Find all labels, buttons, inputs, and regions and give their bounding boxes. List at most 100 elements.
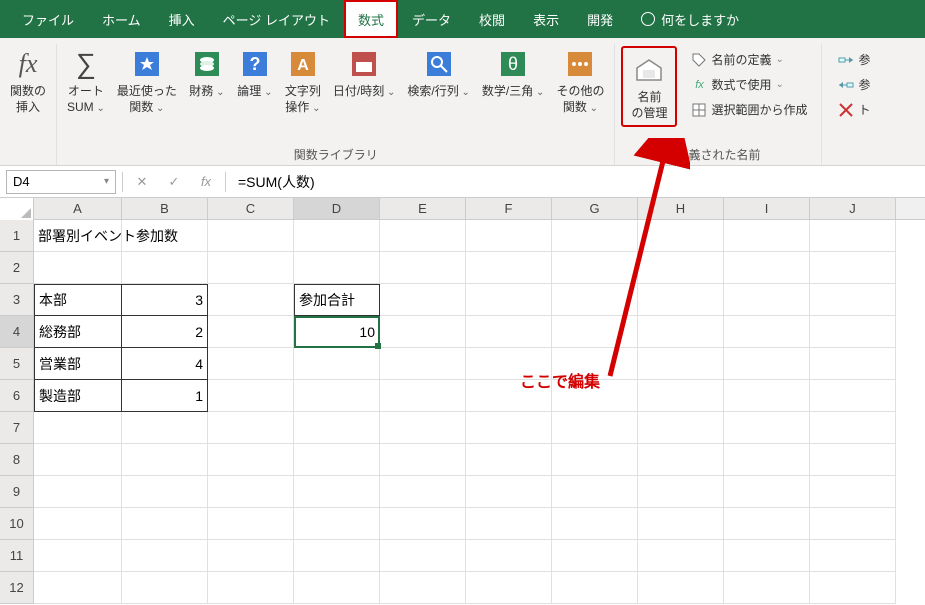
financial-button[interactable]: 財務 — [183, 44, 231, 102]
cell-G8[interactable] — [552, 444, 638, 476]
cell-D1[interactable] — [294, 220, 380, 252]
cell-C1[interactable] — [208, 220, 294, 252]
cell-F10[interactable] — [466, 508, 552, 540]
tab-home[interactable]: ホーム — [88, 0, 155, 38]
cell-C5[interactable] — [208, 348, 294, 380]
autosum-button[interactable]: ∑ オートSUM — [61, 44, 111, 117]
cell-I9[interactable] — [724, 476, 810, 508]
cell-I7[interactable] — [724, 412, 810, 444]
cell-I1[interactable] — [724, 220, 810, 252]
cell-J2[interactable] — [810, 252, 896, 284]
cell-H2[interactable] — [638, 252, 724, 284]
cell-D7[interactable] — [294, 412, 380, 444]
cell-E7[interactable] — [380, 412, 466, 444]
recent-functions-button[interactable]: 最近使った関数 — [111, 44, 183, 117]
cell-C9[interactable] — [208, 476, 294, 508]
cell-H10[interactable] — [638, 508, 724, 540]
use-in-formula-button[interactable]: fx 数式で使用 ⌄ — [685, 73, 813, 96]
cell-B2[interactable] — [122, 252, 208, 284]
cell-G10[interactable] — [552, 508, 638, 540]
cell-G12[interactable] — [552, 572, 638, 604]
cell-I8[interactable] — [724, 444, 810, 476]
cell-J7[interactable] — [810, 412, 896, 444]
cell-G3[interactable] — [552, 284, 638, 316]
enter-button[interactable]: ✓ — [161, 170, 187, 194]
lookup-button[interactable]: 検索/行列 — [401, 44, 476, 102]
cell-C3[interactable] — [208, 284, 294, 316]
cell-C12[interactable] — [208, 572, 294, 604]
cell-G1[interactable] — [552, 220, 638, 252]
cell-B9[interactable] — [122, 476, 208, 508]
col-header-I[interactable]: I — [724, 198, 810, 219]
col-header-F[interactable]: F — [466, 198, 552, 219]
col-header-J[interactable]: J — [810, 198, 896, 219]
cell-J9[interactable] — [810, 476, 896, 508]
cell-I6[interactable] — [724, 380, 810, 412]
cell-J6[interactable] — [810, 380, 896, 412]
row-header-8[interactable]: 8 — [0, 444, 34, 476]
cell-C7[interactable] — [208, 412, 294, 444]
cell-A9[interactable] — [34, 476, 122, 508]
cell-I12[interactable] — [724, 572, 810, 604]
cell-H11[interactable] — [638, 540, 724, 572]
cancel-button[interactable]: ✕ — [129, 170, 155, 194]
cell-J8[interactable] — [810, 444, 896, 476]
tab-page-layout[interactable]: ページ レイアウト — [209, 0, 344, 38]
cell-H12[interactable] — [638, 572, 724, 604]
cell-I5[interactable] — [724, 348, 810, 380]
col-header-A[interactable]: A — [34, 198, 122, 219]
cell-J12[interactable] — [810, 572, 896, 604]
cell-B11[interactable] — [122, 540, 208, 572]
cell-J4[interactable] — [810, 316, 896, 348]
cell-B3[interactable]: 3 — [122, 284, 208, 316]
cell-H5[interactable] — [638, 348, 724, 380]
insert-function-button[interactable]: fx 関数の挿入 — [4, 44, 52, 117]
cell-A6[interactable]: 製造部 — [34, 380, 122, 412]
cell-E1[interactable] — [380, 220, 466, 252]
cell-J5[interactable] — [810, 348, 896, 380]
cell-F3[interactable] — [466, 284, 552, 316]
tab-data[interactable]: データ — [398, 0, 465, 38]
cell-E4[interactable] — [380, 316, 466, 348]
create-from-selection-button[interactable]: 選択範囲から作成 — [685, 98, 813, 121]
cell-E8[interactable] — [380, 444, 466, 476]
col-header-D[interactable]: D — [294, 198, 380, 219]
col-header-B[interactable]: B — [122, 198, 208, 219]
cell-H3[interactable] — [638, 284, 724, 316]
cell-H9[interactable] — [638, 476, 724, 508]
cell-E5[interactable] — [380, 348, 466, 380]
row-header-11[interactable]: 11 — [0, 540, 34, 572]
cell-J11[interactable] — [810, 540, 896, 572]
col-header-C[interactable]: C — [208, 198, 294, 219]
cell-E10[interactable] — [380, 508, 466, 540]
cell-D5[interactable] — [294, 348, 380, 380]
cell-F2[interactable] — [466, 252, 552, 284]
cell-B1[interactable] — [122, 220, 208, 252]
cell-B8[interactable] — [122, 444, 208, 476]
cell-A11[interactable] — [34, 540, 122, 572]
cell-G4[interactable] — [552, 316, 638, 348]
cell-H6[interactable] — [638, 380, 724, 412]
text-button[interactable]: A 文字列操作 — [279, 44, 327, 117]
cell-F7[interactable] — [466, 412, 552, 444]
cell-I3[interactable] — [724, 284, 810, 316]
cell-I2[interactable] — [724, 252, 810, 284]
cell-G9[interactable] — [552, 476, 638, 508]
cell-A7[interactable] — [34, 412, 122, 444]
more-functions-button[interactable]: その他の関数 — [550, 44, 610, 117]
cell-A1[interactable]: 部署別イベント参加数 — [34, 220, 122, 252]
col-header-G[interactable]: G — [552, 198, 638, 219]
cell-I11[interactable] — [724, 540, 810, 572]
row-header-5[interactable]: 5 — [0, 348, 34, 380]
cell-G7[interactable] — [552, 412, 638, 444]
row-header-1[interactable]: 1 — [0, 220, 34, 252]
row-header-4[interactable]: 4 — [0, 316, 34, 348]
row-header-10[interactable]: 10 — [0, 508, 34, 540]
row-header-3[interactable]: 3 — [0, 284, 34, 316]
formula-input[interactable] — [232, 172, 919, 192]
tab-insert[interactable]: 挿入 — [155, 0, 209, 38]
logical-button[interactable]: ? 論理 — [231, 44, 279, 102]
row-header-2[interactable]: 2 — [0, 252, 34, 284]
cell-B7[interactable] — [122, 412, 208, 444]
cell-G2[interactable] — [552, 252, 638, 284]
